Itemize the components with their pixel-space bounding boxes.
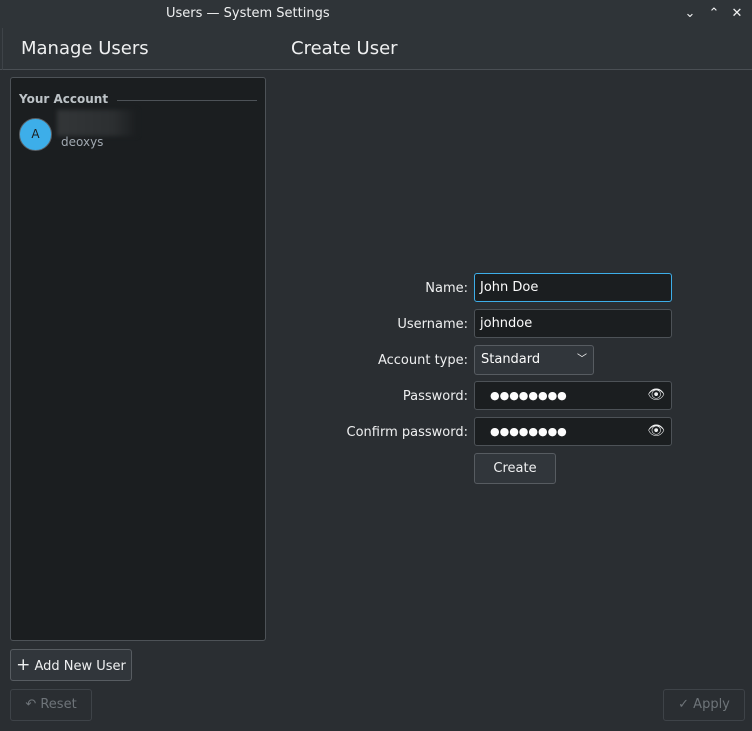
confirm-password-field[interactable]: ●●●●●●●● 👁 [474, 417, 672, 446]
confirm-password-label: Confirm password: [346, 425, 468, 440]
page-title-manage-users: Manage Users [21, 38, 149, 59]
window-title: Users — System Settings [166, 6, 330, 21]
divider [117, 100, 257, 101]
close-icon: ✕ [731, 6, 743, 21]
confirm-password-value: ●●●●●●●● [490, 425, 567, 438]
username-field[interactable]: johndoe [474, 309, 672, 338]
minimize-button[interactable]: ⌄ [681, 5, 699, 23]
plus-icon: + [16, 655, 31, 675]
section-heading: Your Account [19, 92, 109, 106]
reset-label: Reset [40, 697, 77, 712]
add-new-user-button[interactable]: + Add New User [10, 649, 132, 681]
username-label: Username: [397, 317, 468, 332]
page-title-create-user: Create User [291, 38, 398, 59]
undo-icon: ↶ [25, 697, 37, 712]
divider [2, 28, 3, 70]
avatar: A [19, 118, 52, 151]
account-type-select[interactable]: Standard ﹀ [474, 345, 594, 375]
blurred-full-name [57, 110, 137, 136]
create-button[interactable]: Create [474, 453, 556, 484]
page-header: Manage Users Create User [0, 28, 752, 70]
account-username: deoxys [61, 135, 104, 149]
name-label: Name: [425, 281, 468, 296]
name-field[interactable]: John Doe [474, 273, 672, 302]
reset-button[interactable]: ↶ Reset [10, 689, 92, 721]
add-new-user-label: Add New User [34, 659, 126, 674]
title-bar: Users — System Settings ⌄ ⌃ ✕ [0, 0, 752, 28]
chevron-down-icon: ⌄ [684, 6, 696, 21]
maximize-button[interactable]: ⌃ [705, 5, 723, 23]
apply-button[interactable]: ✓ Apply [663, 689, 745, 721]
chevron-up-icon: ⌃ [708, 6, 720, 21]
eye-icon[interactable]: 👁 [647, 382, 665, 409]
apply-label: Apply [693, 697, 730, 712]
eye-icon[interactable]: 👁 [647, 418, 665, 445]
check-icon: ✓ [678, 697, 690, 712]
password-field[interactable]: ●●●●●●●● 👁 [474, 381, 672, 410]
account-type-value: Standard [481, 352, 541, 367]
account-type-label: Account type: [377, 353, 468, 368]
chevron-down-icon: ﹀ [577, 354, 587, 365]
password-value: ●●●●●●●● [490, 389, 567, 402]
password-label: Password: [402, 389, 468, 404]
user-list: Your Account A deoxys [10, 77, 266, 641]
close-button[interactable]: ✕ [728, 5, 746, 23]
